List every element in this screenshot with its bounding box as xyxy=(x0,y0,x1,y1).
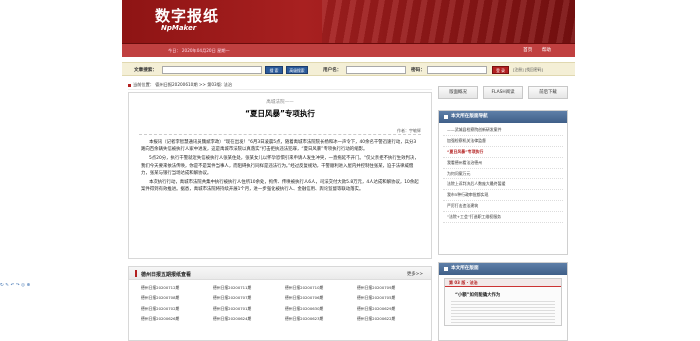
article-divider xyxy=(139,134,421,135)
top-links: 首页 帮助 xyxy=(515,47,551,53)
nav-item[interactable]: “法院+工会”打造职工维权服务 xyxy=(443,212,563,224)
recent-issues-panel: 德州日报五期报纸查看 更多>> 德州日报20200712期 德州日报202007… xyxy=(128,266,432,341)
header-accent xyxy=(135,270,137,277)
page-nav-title: 本文所在版面导航 xyxy=(451,114,488,119)
recent-issues-header: 德州日报五期报纸查看 更多>> xyxy=(129,267,431,280)
page-thumbnail[interactable]: 第 03 版 · 法治 “小额”如何能撬大作为 xyxy=(444,278,562,326)
page-thumbnail-header: 本文所在版面 xyxy=(439,263,567,275)
article-paragraph: 本次执行行动，禹城市法院共集中执行被执行人住所10余处，拘传、传唤被执行人6人，… xyxy=(141,180,419,193)
issue-link[interactable]: 德州日报20200630期 xyxy=(285,306,357,312)
logo-title: 数字报纸 xyxy=(155,7,220,25)
advanced-search-button[interactable]: 高级搜索 xyxy=(286,66,308,74)
newspaper-page: 数字报纸 NpMaker 今日： 2020年04月20日 星期一 首页 帮助 文… xyxy=(122,0,575,341)
sidebar-tabs: 版面概况 FLASH阅读 前后下载 xyxy=(438,86,568,101)
header-bullet-icon xyxy=(444,115,448,119)
page-nav-header: 本文所在版面导航 xyxy=(439,111,567,123)
article-subtitle: 禹城法院—— xyxy=(266,100,294,105)
nav-item[interactable]: 我看德州看法治德州 xyxy=(443,158,563,169)
nav-item[interactable]: 我市5种行政审批都实现 xyxy=(443,190,563,202)
issue-link[interactable]: 德州日报20200709期 xyxy=(357,285,429,291)
issue-link[interactable]: 德州日报20200624期 xyxy=(213,316,285,322)
page-nav-panel: 本文所在版面导航 ——武城县检察院创新研发案件 加强检察机关法律监督 “夏日风暴… xyxy=(438,110,568,255)
article-paragraph: 本报讯（记者李智慧通讯员魏斌李政）“现在出发！”6月3日凌晨5点，随着禹城市法院… xyxy=(141,140,417,153)
article-title: “夏日风暴”专项执行 xyxy=(245,109,315,118)
logo-subtitle: NpMaker xyxy=(161,24,197,32)
issue-link[interactable]: 德州日报20200702期 xyxy=(141,306,213,312)
nav-item[interactable]: 为何问案万元 xyxy=(443,169,563,180)
breadcrumb: 当前位置： 德州日报20200610期 >> 第03版: 法治 xyxy=(128,80,432,90)
register-link[interactable]: [注册] [找回密码] xyxy=(513,67,543,73)
thumbnail-headline: “小额”如何能撬大作为 xyxy=(455,293,501,298)
home-link[interactable]: 首页 xyxy=(523,48,532,53)
header-bullet-icon xyxy=(444,267,448,271)
nav-item[interactable]: 法院上诉判决后人数庞大最终暂缓 xyxy=(443,179,563,191)
article-search-input[interactable] xyxy=(162,66,262,74)
issue-link[interactable]: 德州日报20200710期 xyxy=(285,285,357,291)
issue-link[interactable]: 德州日报20200708期 xyxy=(141,295,213,301)
nav-item[interactable]: 严厉打击违法建筑 xyxy=(443,201,563,213)
help-link[interactable]: 帮助 xyxy=(542,48,551,53)
more-link[interactable]: 更多>> xyxy=(407,271,423,277)
left-toolbar[interactable]: ↻✎↶↷◎⊕ xyxy=(0,283,65,289)
article-panel: 禹城法院—— “夏日风暴”专项执行 作者：宇敏辉 本报讯（记者李智慧通讯员魏斌李… xyxy=(128,92,432,259)
issue-link[interactable]: 德州日报20200706期 xyxy=(285,295,357,301)
tab-page-overview[interactable]: 版面概况 xyxy=(438,86,478,99)
article-search-label: 文章搜索： xyxy=(134,68,157,73)
issue-link[interactable]: 德州日报20200711期 xyxy=(213,285,285,291)
issue-link[interactable]: 德州日报20200623期 xyxy=(285,316,357,322)
page-nav-list: ——武城县检察院创新研发案件 加强检察机关法律监督 “夏日风暴”专项执行 我看德… xyxy=(439,123,567,225)
page-thumbnail-panel: 本文所在版面 第 03 版 · 法治 “小额”如何能撬大作为 xyxy=(438,262,568,341)
issue-link[interactable]: 德州日报20200626期 xyxy=(141,316,213,322)
password-label: 密码： xyxy=(411,68,425,73)
login-button[interactable]: 登 录 xyxy=(492,66,509,74)
nav-item-active[interactable]: “夏日风暴”专项执行 xyxy=(443,147,563,158)
tab-flash-reading[interactable]: FLASH阅读 xyxy=(483,86,523,99)
location-icon xyxy=(128,83,131,87)
article-paragraph: 5点20分，执行干警就近失信被执行人张某住处，张某女儿以怀孕恐惧引来申请人发生冲… xyxy=(141,156,419,176)
issue-link[interactable]: 德州日报20200707期 xyxy=(213,295,285,301)
issue-link[interactable]: 德州日报20200712期 xyxy=(141,285,213,291)
username-label: 用户名： xyxy=(323,68,342,73)
issue-grid: 德州日报20200712期 德州日报20200711期 德州日报20200710… xyxy=(141,285,427,322)
header-banner: 数字报纸 NpMaker xyxy=(122,0,575,43)
password-input[interactable] xyxy=(427,66,487,74)
breadcrumb-text: 当前位置： 德州日报20200610期 >> 第03版: 法治 xyxy=(133,82,233,87)
issue-link[interactable]: 德州日报20200705期 xyxy=(357,295,429,301)
top-bar: 今日： 2020年04月20日 星期一 首页 帮助 xyxy=(122,43,575,57)
banner-collage xyxy=(322,0,575,43)
issue-link[interactable]: 德州日报20200701期 xyxy=(213,306,285,312)
page-thumbnail-title: 本文所在版面 xyxy=(451,266,479,271)
tab-download[interactable]: 前后下载 xyxy=(528,86,568,99)
thumbnail-page-header: 第 03 版 · 法治 xyxy=(445,279,561,287)
username-input[interactable] xyxy=(346,66,406,74)
search-button[interactable]: 搜 索 xyxy=(265,66,283,74)
current-date: 今日： 2020年04月20日 星期一 xyxy=(168,48,230,53)
nav-item[interactable]: ——武城县检察院创新研发案件 xyxy=(443,125,563,136)
issue-link[interactable]: 德州日报20200629期 xyxy=(357,306,429,312)
nav-item[interactable]: 加强检察机关法律监督 xyxy=(443,136,563,147)
issue-link[interactable]: 德州日报20200622期 xyxy=(357,316,429,322)
thumbnail-text-lines xyxy=(451,301,555,323)
recent-issues-title: 德州日报五期报纸查看 xyxy=(141,272,192,278)
article-body: 本报讯（记者李智慧通讯员魏斌李政）“现在出发！”6月3日凌晨5点，随着禹城市法院… xyxy=(141,139,419,195)
search-bar: 文章搜索： 搜 索 高级搜索 用户名： 密码： 登 录 [注册] [找回密码] xyxy=(122,62,575,76)
